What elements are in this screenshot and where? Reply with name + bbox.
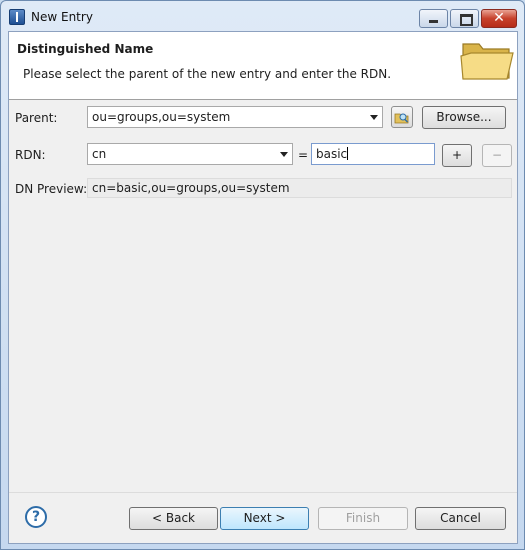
- rdn-type-value: cn: [92, 147, 107, 161]
- dn-preview-field: cn=basic,ou=groups,ou=system: [87, 178, 512, 198]
- browse-button[interactable]: Browse...: [422, 106, 506, 129]
- new-entry-window: New Entry ✕ Distinguished Name Please se…: [0, 0, 525, 550]
- next-button[interactable]: Next >: [220, 507, 309, 530]
- minimize-button[interactable]: [419, 9, 448, 28]
- chevron-down-icon[interactable]: [370, 115, 378, 120]
- parent-label: Parent:: [15, 111, 58, 125]
- app-icon: [9, 9, 25, 25]
- rdn-value: basic: [316, 147, 348, 161]
- dn-preview-label: DN Preview:: [15, 182, 88, 196]
- rdn-type-combo[interactable]: cn: [87, 143, 293, 165]
- dn-preview-value: cn=basic,ou=groups,ou=system: [92, 181, 290, 195]
- page-description: Please select the parent of the new entr…: [23, 67, 392, 81]
- close-button[interactable]: ✕: [481, 9, 517, 28]
- rdn-label: RDN:: [15, 148, 46, 162]
- add-rdn-button[interactable]: +: [442, 144, 472, 167]
- parent-value: ou=groups,ou=system: [92, 110, 231, 124]
- rdn-value-input[interactable]: basic: [311, 143, 435, 165]
- title-bar[interactable]: New Entry ✕: [1, 1, 524, 31]
- window-title: New Entry: [31, 10, 93, 24]
- page-title: Distinguished Name: [17, 42, 154, 56]
- cancel-button[interactable]: Cancel: [415, 507, 506, 530]
- folder-icon: [460, 43, 514, 80]
- close-icon: ✕: [493, 10, 505, 26]
- finish-button[interactable]: Finish: [318, 507, 408, 530]
- help-icon[interactable]: ?: [25, 506, 47, 528]
- back-button[interactable]: < Back: [129, 507, 218, 530]
- footer-separator: [9, 492, 517, 493]
- text-caret: [347, 147, 349, 160]
- equals-sign: =: [298, 148, 309, 162]
- folder-search-icon: [394, 113, 409, 124]
- parent-combo[interactable]: ou=groups,ou=system: [87, 106, 383, 128]
- dialog-client-area: Distinguished Name Please select the par…: [8, 31, 518, 544]
- chevron-down-icon[interactable]: [280, 152, 288, 157]
- wizard-header: Distinguished Name Please select the par…: [9, 32, 517, 100]
- browse-parent-icon-button[interactable]: [391, 106, 413, 128]
- maximize-button[interactable]: [450, 9, 479, 28]
- remove-rdn-button[interactable]: −: [482, 144, 512, 167]
